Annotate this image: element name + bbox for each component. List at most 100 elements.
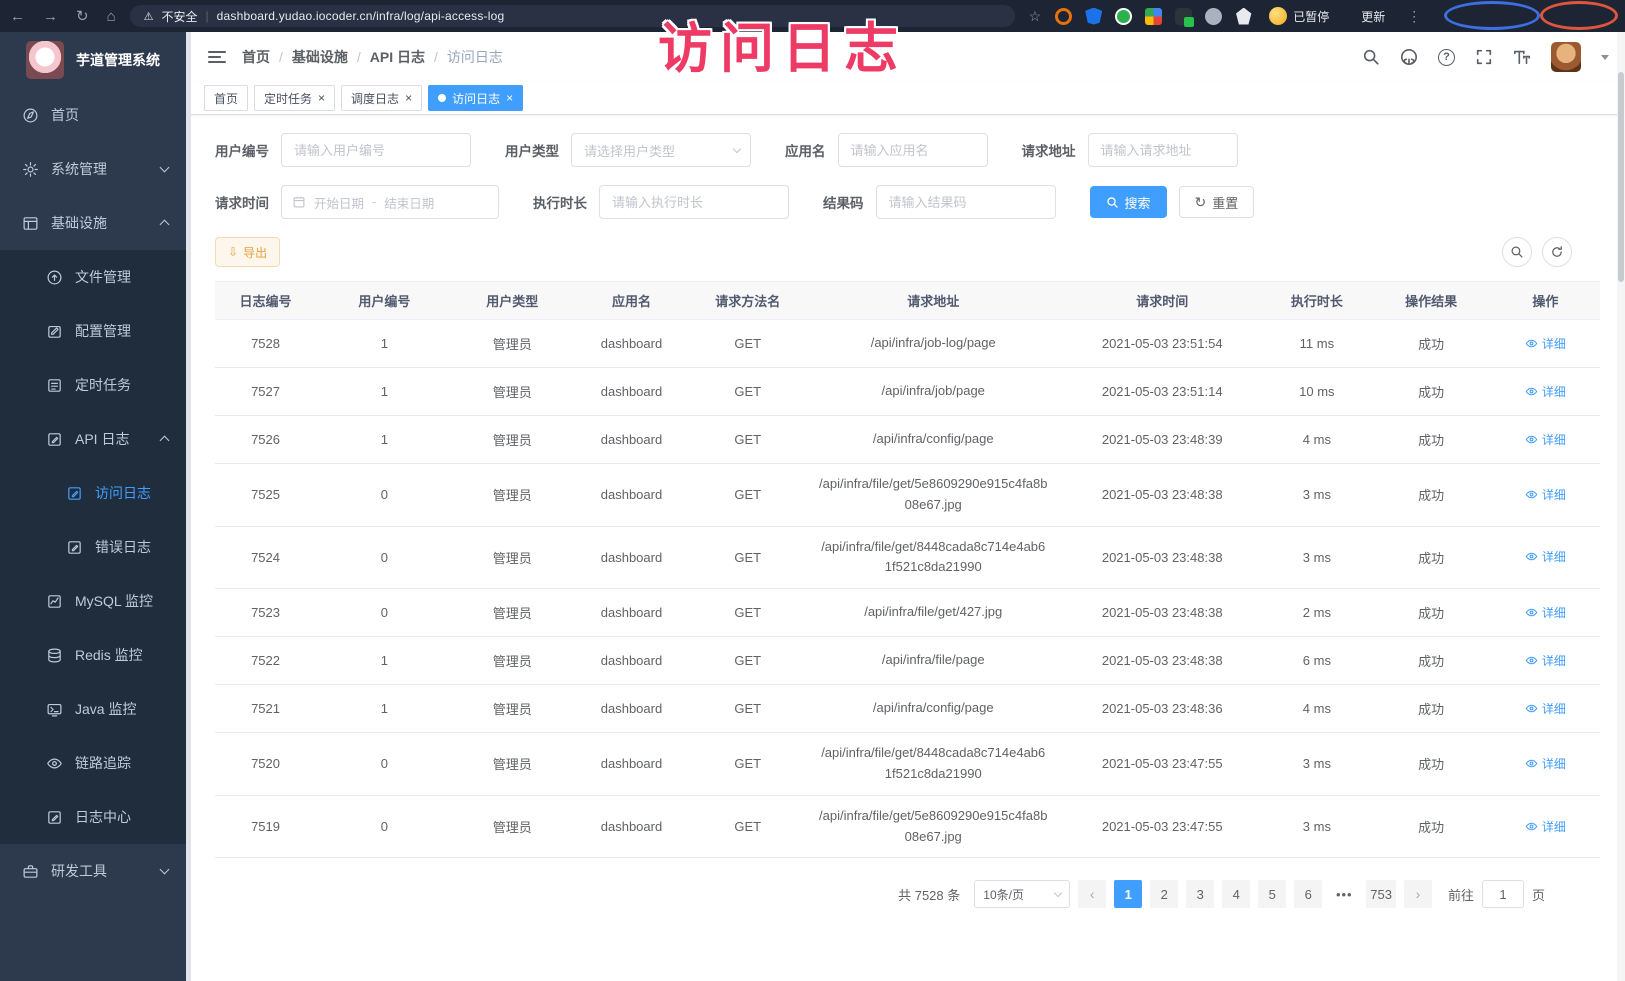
duration-input[interactable] [599,185,789,219]
table-row[interactable]: 7522 1 管理员 dashboard GET /api/infra/file… [215,637,1600,685]
sidebar-item-access-log[interactable]: 访问日志 [0,466,190,520]
sidebar-item-system-mgmt[interactable]: 系统管理 [0,142,190,196]
column-header: 请求方法名 [691,282,804,320]
sidebar-item-home[interactable]: 首页 [0,88,190,142]
sidebar-item-trace[interactable]: 链路追踪 [0,736,190,790]
date-range-picker[interactable]: 开始日期 - 结束日期 [281,185,499,219]
detail-link[interactable]: 详细 [1525,818,1566,835]
detail-link[interactable]: 详细 [1525,652,1566,669]
table-row[interactable]: 7523 0 管理员 dashboard GET /api/infra/file… [215,589,1600,637]
sidebar-item-infrastructure[interactable]: 基础设施 [0,196,190,250]
breadcrumb-item[interactable]: API 日志 [370,47,425,67]
page-number-button[interactable]: 5 [1258,880,1286,908]
tag-view-tab[interactable]: 首页 [204,85,248,111]
table-row[interactable]: 7524 0 管理员 dashboard GET /api/infra/file… [215,526,1600,589]
reload-icon[interactable]: ↻ [76,7,89,25]
app-name-input[interactable] [838,133,988,167]
page-size-select[interactable]: 10条/页 [974,880,1070,908]
bookmark-star-icon[interactable]: ☆ [1029,8,1042,25]
fullscreen-icon[interactable] [1475,48,1493,66]
table-row[interactable]: 7521 1 管理员 dashboard GET /api/infra/conf… [215,685,1600,733]
table-row[interactable]: 7519 0 管理员 dashboard GET /api/infra/file… [215,795,1600,858]
export-button[interactable]: ⇩ 导出 [215,237,280,267]
search-icon[interactable] [1362,48,1380,66]
tag-view-tab[interactable]: 访问日志 × [428,85,523,111]
prev-page-button[interactable]: ‹ [1078,880,1106,908]
caret-down-icon[interactable] [1601,55,1609,60]
page-number-button[interactable]: 4 [1222,880,1250,908]
close-icon[interactable]: × [506,92,513,104]
extension-icon[interactable] [1145,8,1162,25]
sidebar-scrollbar[interactable] [186,32,191,981]
detail-link[interactable]: 详细 [1525,486,1566,503]
sidebar-toggle-icon[interactable] [208,51,226,63]
sidebar-item-error-log[interactable]: 错误日志 [0,520,190,574]
detail-link[interactable]: 详细 [1525,604,1566,621]
sidebar-item-log-center[interactable]: 日志中心 [0,790,190,844]
help-icon[interactable]: ? [1438,49,1455,66]
back-icon[interactable]: ← [10,8,25,25]
breadcrumb-item[interactable]: 首页 [242,47,270,67]
user-type-select[interactable]: 请选择用户类型 [571,133,751,167]
user-id-input[interactable] [281,133,471,167]
extension-icon[interactable] [1115,8,1132,25]
profile-chip[interactable]: 已暂停 [1266,5,1339,27]
extension-icon[interactable] [1055,8,1072,25]
page-number-button[interactable]: 3 [1186,880,1214,908]
github-icon[interactable] [1400,48,1418,66]
search-button[interactable]: 搜索 [1090,186,1167,218]
table-row[interactable]: 7526 1 管理员 dashboard GET /api/infra/conf… [215,416,1600,464]
forward-icon[interactable]: → [43,8,58,25]
table-row[interactable]: 7528 1 管理员 dashboard GET /api/infra/job-… [215,320,1600,368]
refresh-button[interactable] [1542,237,1572,267]
page-number-button[interactable]: 6 [1294,880,1322,908]
table-row[interactable]: 7520 0 管理员 dashboard GET /api/infra/file… [215,733,1600,796]
sidebar-item-dev-tools[interactable]: 研发工具 [0,844,190,898]
page-number-button[interactable]: 753 [1366,880,1396,908]
next-page-button[interactable]: › [1404,880,1432,908]
detail-link[interactable]: 详细 [1525,383,1566,400]
cell-request-url: /api/infra/config/page [804,685,1062,733]
table-row[interactable]: 7527 1 管理员 dashboard GET /api/infra/job/… [215,368,1600,416]
result-code-input[interactable] [876,185,1056,219]
sidebar-item-api-log[interactable]: API 日志 [0,412,190,466]
extension-icon[interactable] [1085,8,1102,25]
address-bar[interactable]: ⚠ 不安全 | dashboard.yudao.iocoder.cn/infra… [130,5,1015,27]
detail-link[interactable]: 详细 [1525,700,1566,717]
extension-icon[interactable] [1235,8,1252,25]
page-scrollbar[interactable] [1617,32,1625,981]
reset-button[interactable]: ↻ 重置 [1179,186,1255,218]
sidebar-item-java-monitor[interactable]: Java 监控 [0,682,190,736]
sidebar-item-config-mgmt[interactable]: 配置管理 [0,304,190,358]
goto-page-input[interactable] [1482,880,1524,908]
detail-link[interactable]: 详细 [1525,548,1566,565]
user-avatar[interactable] [1551,42,1581,72]
page-number-button[interactable]: 1 [1114,880,1142,908]
extension-icon[interactable] [1205,8,1222,25]
toggle-search-button[interactable] [1502,237,1532,267]
sidebar-item-file-mgmt[interactable]: 文件管理 [0,250,190,304]
close-icon[interactable]: × [318,92,325,104]
browser-menu-icon[interactable]: ⋮ [1407,8,1421,25]
table-row[interactable]: 7525 0 管理员 dashboard GET /api/infra/file… [215,464,1600,527]
tag-view-tab[interactable]: 定时任务 × [254,85,335,111]
home-icon[interactable]: ⌂ [107,8,116,25]
font-size-icon[interactable] [1513,48,1531,66]
tag-view-tab[interactable]: 调度日志 × [341,85,422,111]
detail-link[interactable]: 详细 [1525,335,1566,352]
chevron-down-icon [733,145,741,153]
cell-request-url: /api/infra/file/get/5e8609290e915c4fa8b0… [804,464,1062,527]
browser-update-button[interactable]: 更新 [1353,5,1393,28]
page-scrollbar-thumb[interactable] [1618,72,1624,282]
breadcrumb-item[interactable]: 基础设施 [292,47,348,67]
page-number-button[interactable]: 2 [1150,880,1178,908]
sidebar-item-redis-monitor[interactable]: Redis 监控 [0,628,190,682]
close-icon[interactable]: × [405,92,412,104]
sidebar-item-mysql-monitor[interactable]: MySQL 监控 [0,574,190,628]
extension-icon[interactable] [1175,8,1192,25]
detail-link[interactable]: 详细 [1525,755,1566,772]
detail-link[interactable]: 详细 [1525,431,1566,448]
request-url-input[interactable] [1088,133,1238,167]
page-number-button[interactable]: ••• [1330,880,1358,908]
sidebar-item-scheduled-jobs[interactable]: 定时任务 [0,358,190,412]
